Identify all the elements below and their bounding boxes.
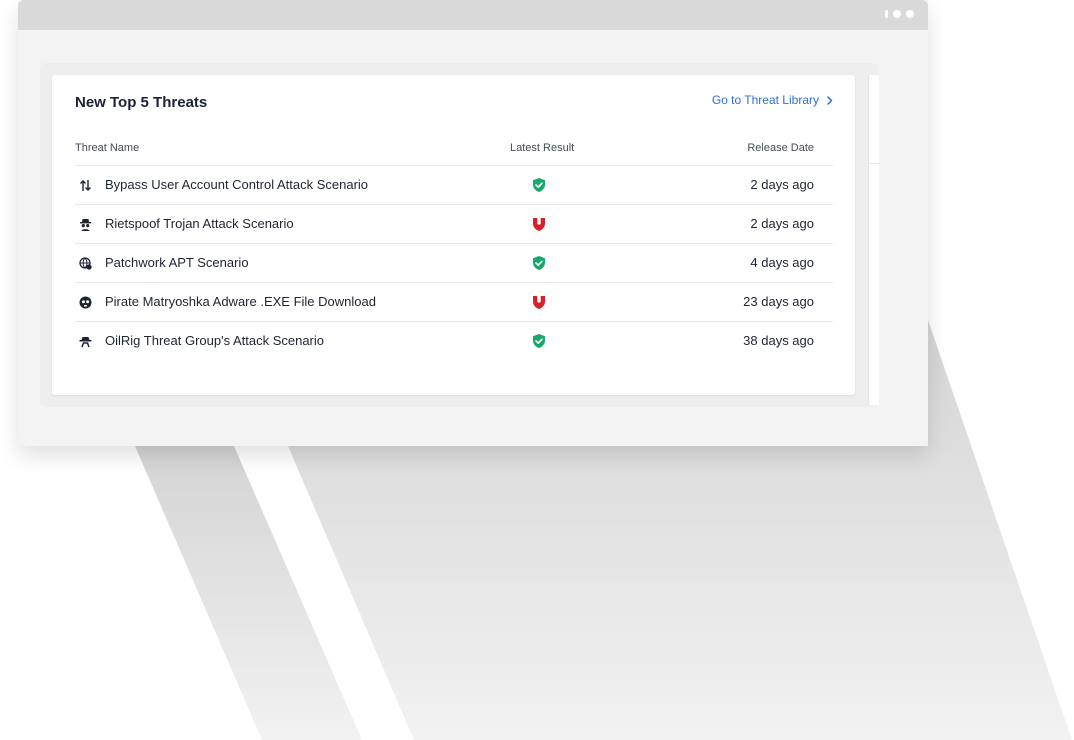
shield-open-icon (533, 296, 545, 309)
threat-row[interactable]: OilRig Threat Group's Attack Scenario 38… (75, 322, 833, 360)
spy-icon (80, 219, 91, 231)
threat-name[interactable]: Rietspoof Trojan Attack Scenario (105, 216, 294, 231)
chevron-right-icon (827, 95, 833, 105)
column-header-release-date[interactable]: Release Date (747, 142, 814, 154)
window-dot-small[interactable] (885, 10, 888, 18)
release-date: 4 days ago (750, 255, 814, 270)
release-date: 23 days ago (743, 294, 814, 309)
threat-name[interactable]: Bypass User Account Control Attack Scena… (105, 177, 368, 192)
threat-name[interactable]: OilRig Threat Group's Attack Scenario (105, 333, 324, 348)
threat-name[interactable]: Pirate Matryoshka Adware .EXE File Downl… (105, 294, 376, 309)
release-date: 2 days ago (750, 216, 814, 231)
column-header-latest-result[interactable]: Latest Result (510, 142, 574, 154)
window-dot[interactable] (893, 10, 901, 18)
threat-row[interactable]: Patchwork APT Scenario 4 days ago (75, 244, 833, 283)
adjacent-widget-divider (870, 163, 880, 164)
table-header: Threat Name Latest Result Release Date (75, 135, 833, 166)
column-header-threat-name[interactable]: Threat Name (75, 142, 139, 154)
release-date: 38 days ago (743, 333, 814, 348)
skull-icon (79, 296, 92, 309)
arrows-up-down-icon (80, 180, 91, 191)
threat-library-link-label[interactable]: Go to Threat Library (712, 93, 819, 107)
shield-check-icon (533, 334, 545, 348)
release-date: 2 days ago (750, 177, 814, 192)
threat-row[interactable]: Pirate Matryoshka Adware .EXE File Downl… (75, 283, 833, 322)
window-controls[interactable] (885, 10, 914, 18)
shield-check-icon (533, 256, 545, 270)
threat-row[interactable]: Bypass User Account Control Attack Scena… (75, 166, 833, 205)
shield-open-icon (533, 218, 545, 231)
window-dot[interactable] (906, 10, 914, 18)
globe-bug-icon (79, 257, 92, 270)
threat-row[interactable]: Rietspoof Trojan Attack Scenario 2 days … (75, 205, 833, 244)
adjacent-widget-edge (868, 75, 879, 405)
go-to-threat-library-link[interactable]: Go to Threat Library (712, 93, 833, 107)
window-titlebar (18, 0, 928, 30)
hat-spy-icon (79, 337, 92, 348)
shield-check-icon (533, 178, 545, 192)
top-threats-widget: New Top 5 Threats Go to Threat Library T… (52, 75, 855, 395)
widget-title: New Top 5 Threats (75, 94, 208, 111)
threat-name[interactable]: Patchwork APT Scenario (105, 255, 249, 270)
